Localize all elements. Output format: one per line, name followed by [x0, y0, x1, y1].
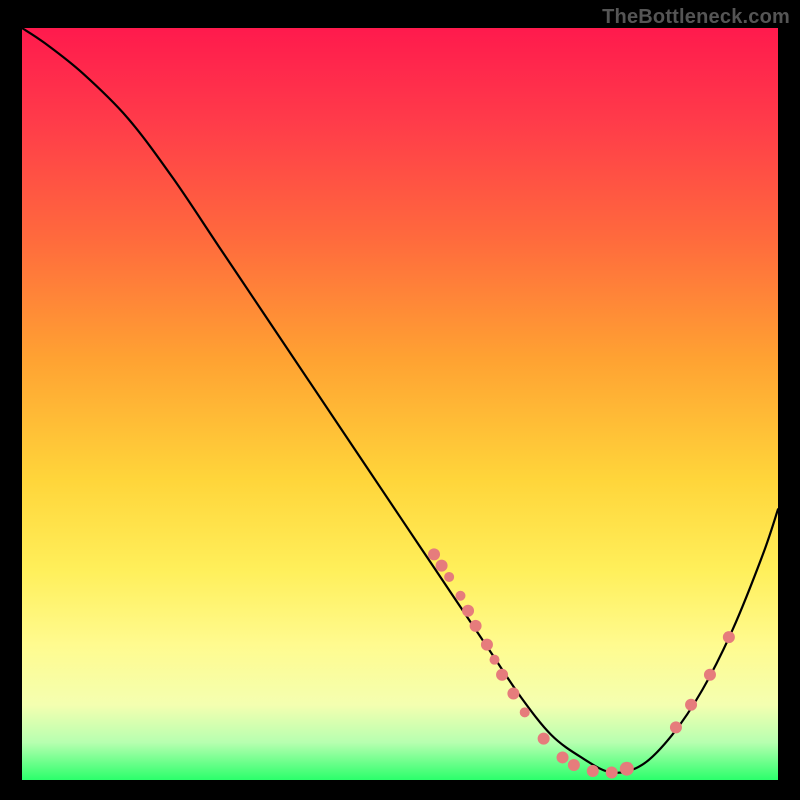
data-point: [496, 669, 508, 681]
data-point: [685, 699, 697, 711]
data-point: [428, 548, 440, 560]
data-point: [557, 751, 569, 763]
data-points: [428, 548, 735, 778]
data-point: [520, 707, 530, 717]
data-point: [490, 655, 500, 665]
data-point: [704, 669, 716, 681]
chart-frame: TheBottleneck.com: [0, 0, 800, 800]
bottleneck-curve: [22, 28, 778, 773]
data-point: [587, 765, 599, 777]
data-point: [568, 759, 580, 771]
data-point: [481, 639, 493, 651]
data-point: [670, 721, 682, 733]
data-point: [470, 620, 482, 632]
data-point: [620, 762, 634, 776]
data-point: [538, 733, 550, 745]
data-point: [606, 766, 618, 778]
data-point: [444, 572, 454, 582]
data-point: [723, 631, 735, 643]
data-point: [455, 591, 465, 601]
data-point: [462, 605, 474, 617]
plot-area: [22, 28, 778, 780]
data-point: [507, 688, 519, 700]
attribution-label: TheBottleneck.com: [602, 6, 790, 29]
data-point: [436, 560, 448, 572]
chart-svg: [22, 28, 778, 780]
